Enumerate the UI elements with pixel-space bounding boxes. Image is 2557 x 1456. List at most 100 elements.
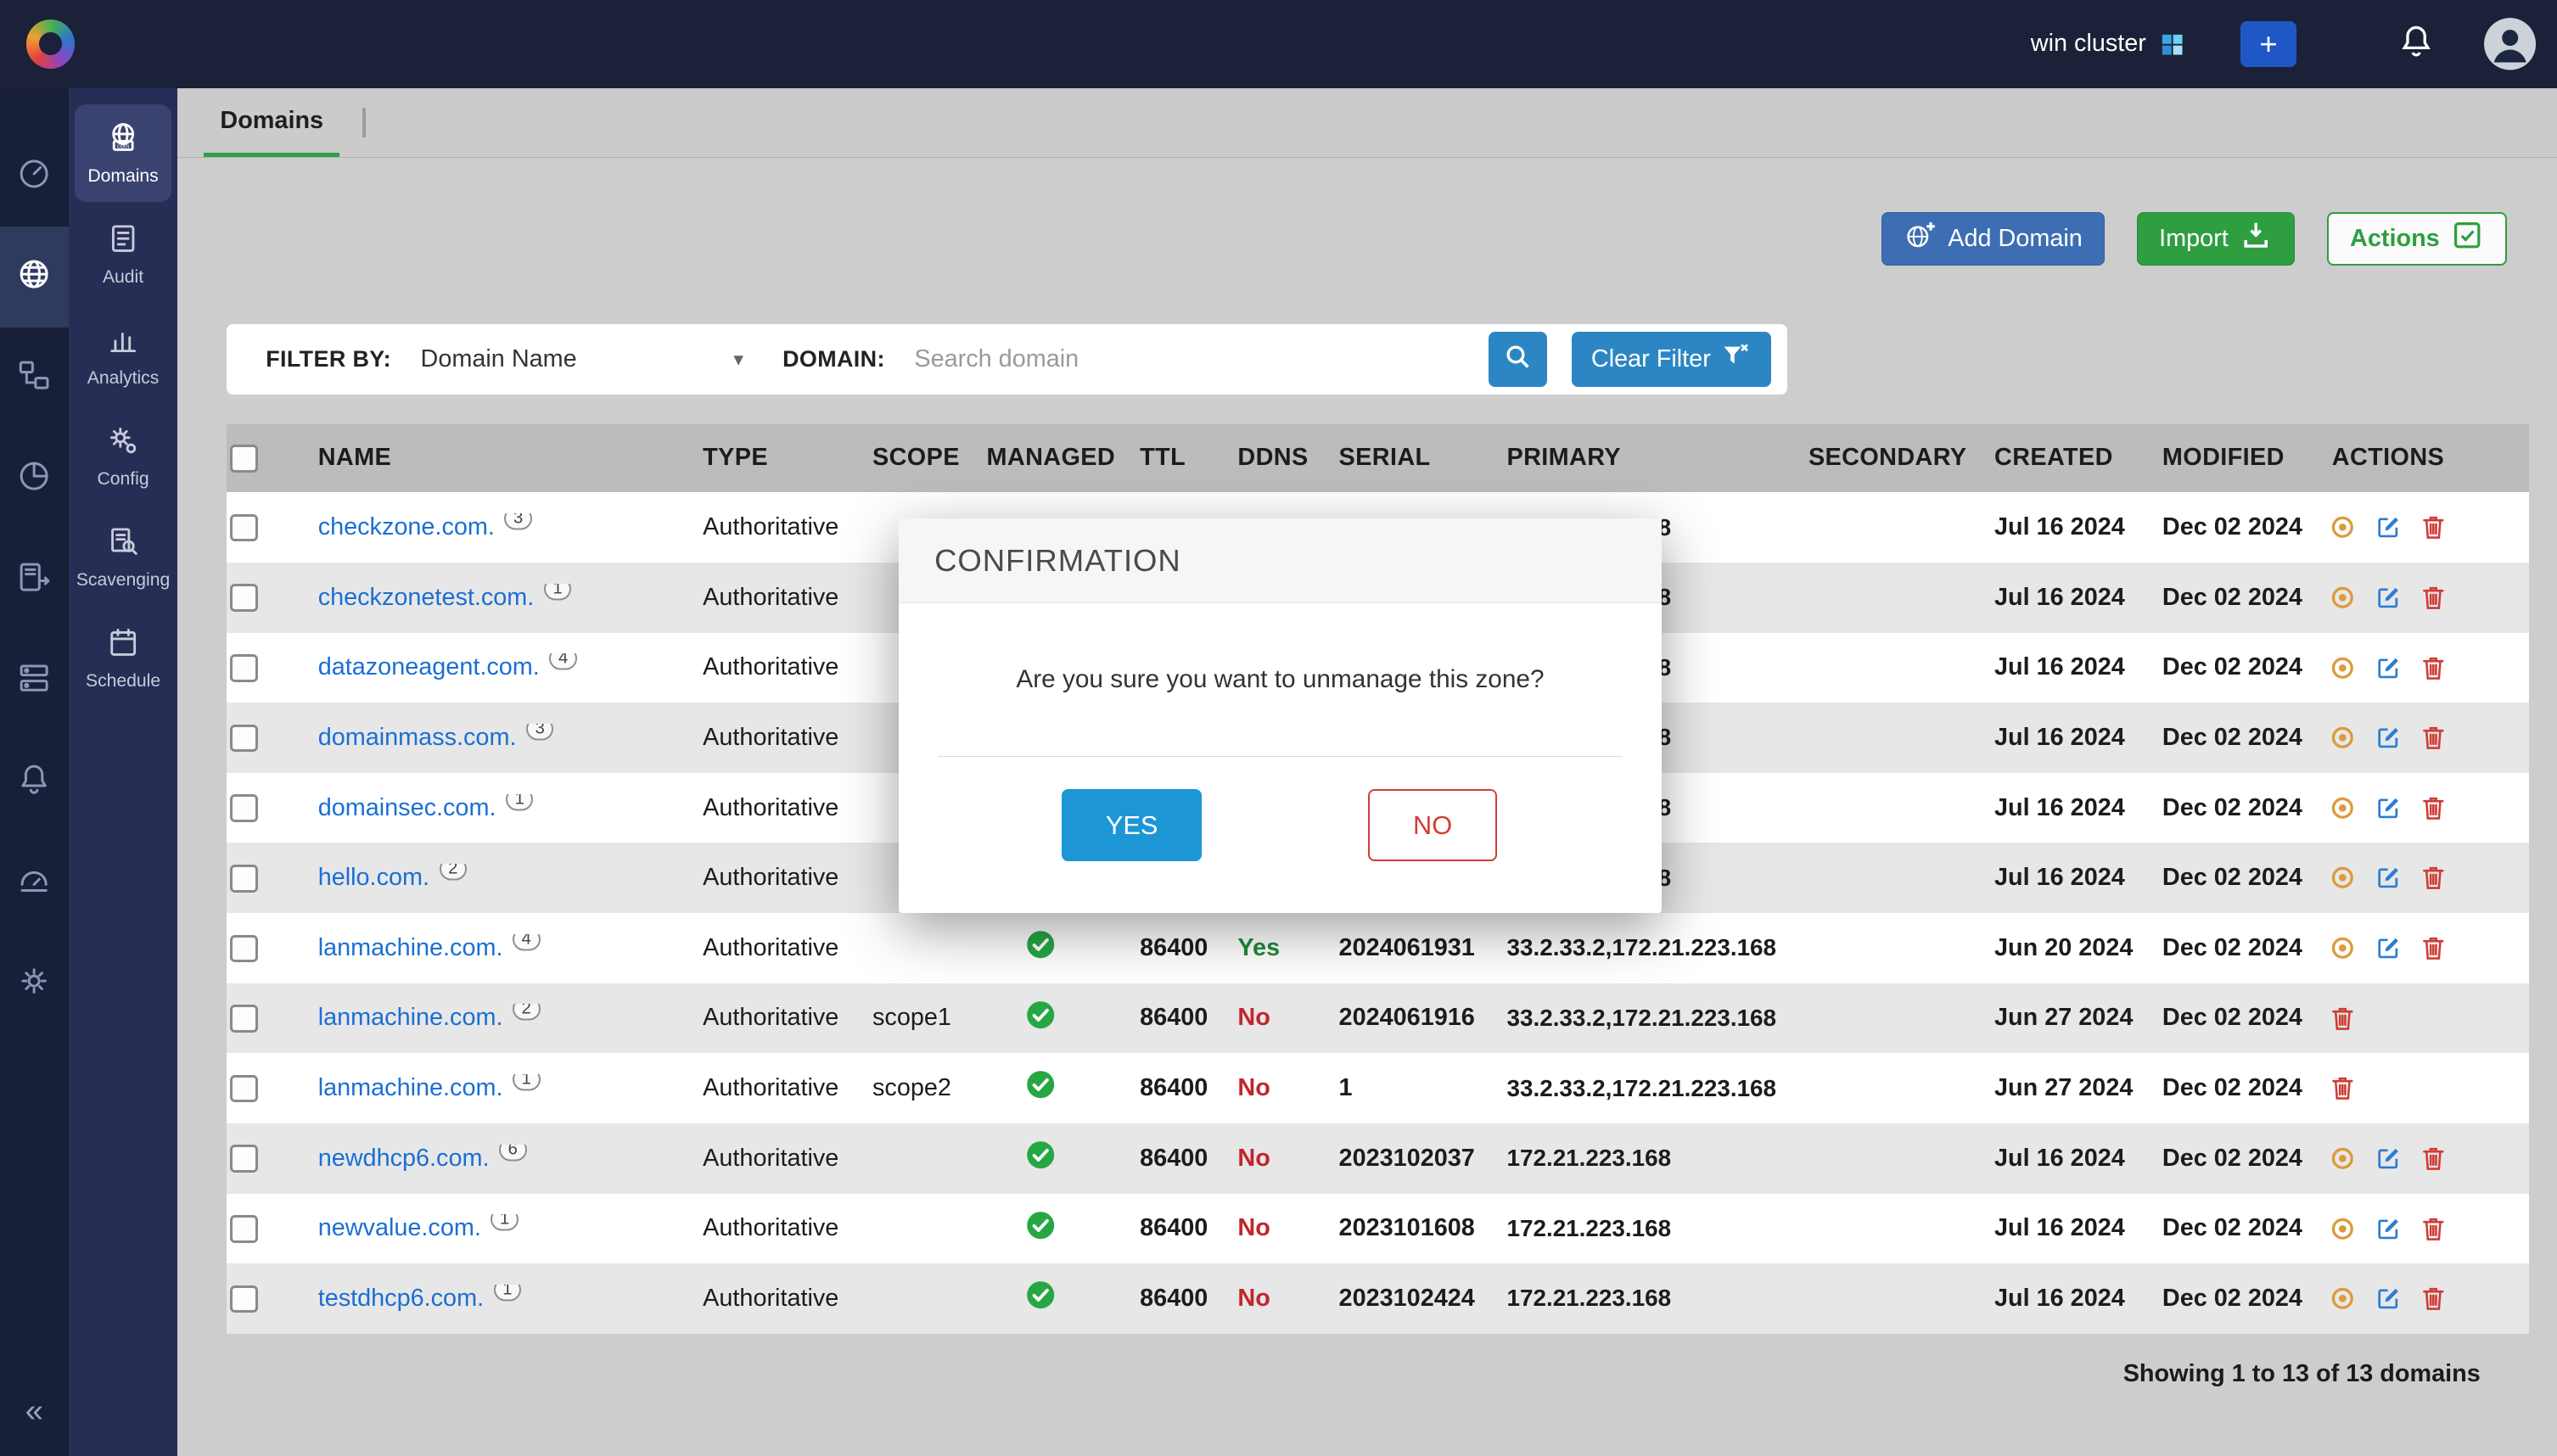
edit-action-icon[interactable] bbox=[2375, 1145, 2403, 1173]
dashboard-icon bbox=[16, 154, 52, 197]
unmanage-action-icon[interactable] bbox=[2329, 654, 2357, 682]
row-checkbox[interactable] bbox=[230, 654, 258, 682]
clear-filter-button[interactable]: Clear Filter bbox=[1572, 332, 1771, 387]
modified-cell: Dec 02 2024 bbox=[2139, 513, 2309, 541]
delete-action-icon[interactable] bbox=[2329, 1074, 2357, 1102]
domain-link[interactable]: newdhcp6.com. bbox=[318, 1145, 490, 1172]
sidebar-item-analytics[interactable]: Analytics bbox=[75, 306, 171, 404]
delete-action-icon[interactable] bbox=[2420, 724, 2448, 752]
delete-action-icon[interactable] bbox=[2329, 1005, 2357, 1033]
unmanage-action-icon[interactable] bbox=[2329, 1145, 2357, 1173]
row-checkbox[interactable] bbox=[230, 865, 258, 893]
domain-link[interactable]: checkzonetest.com. bbox=[318, 584, 535, 611]
edit-action-icon[interactable] bbox=[2375, 654, 2403, 682]
record-count-badge: 6 bbox=[499, 1145, 527, 1162]
domain-link[interactable]: domainmass.com. bbox=[318, 724, 517, 751]
rail-item-alerts[interactable] bbox=[0, 732, 69, 833]
row-checkbox[interactable] bbox=[230, 794, 258, 822]
ttl-cell: 86400 bbox=[1117, 1004, 1214, 1032]
confirm-yes-button[interactable]: YES bbox=[1062, 789, 1202, 861]
row-checkbox[interactable] bbox=[230, 584, 258, 612]
delete-action-icon[interactable] bbox=[2420, 864, 2448, 892]
row-checkbox[interactable] bbox=[230, 1145, 258, 1173]
delete-action-icon[interactable] bbox=[2420, 1215, 2448, 1243]
rail-item-administration[interactable] bbox=[0, 934, 69, 1035]
delete-action-icon[interactable] bbox=[2420, 934, 2448, 962]
domain-link[interactable]: lanmachine.com. bbox=[318, 1074, 503, 1101]
unmanage-action-icon[interactable] bbox=[2329, 724, 2357, 752]
user-avatar[interactable] bbox=[2484, 18, 2536, 70]
domain-link[interactable]: checkzone.com. bbox=[318, 513, 495, 540]
name-cell: datazoneagent.com.4 bbox=[295, 653, 680, 681]
edit-action-icon[interactable] bbox=[2375, 513, 2403, 541]
edit-action-icon[interactable] bbox=[2375, 934, 2403, 962]
edit-action-icon[interactable] bbox=[2375, 1285, 2403, 1313]
sidebar-item-audit[interactable]: Audit bbox=[75, 205, 171, 303]
serial-cell: 2023102424 bbox=[1316, 1285, 1484, 1313]
sidebar-item-domains[interactable]: comDomains bbox=[75, 104, 171, 202]
rail-item-ipam[interactable] bbox=[0, 328, 69, 428]
record-count-badge: 1 bbox=[491, 1214, 519, 1231]
domain-link[interactable]: testdhcp6.com. bbox=[318, 1285, 484, 1312]
sidebar-item-schedule[interactable]: Schedule bbox=[75, 610, 171, 708]
table-row: newvalue.com.1Authoritative86400No202310… bbox=[227, 1194, 2529, 1264]
tab-domains[interactable]: Domains bbox=[204, 88, 339, 158]
actions-cell bbox=[2309, 1145, 2530, 1173]
domain-link[interactable]: lanmachine.com. bbox=[318, 934, 503, 961]
edit-action-icon[interactable] bbox=[2375, 864, 2403, 892]
notifications-bell-icon[interactable] bbox=[2397, 22, 2435, 65]
rail-item-dns-server[interactable] bbox=[0, 631, 69, 732]
row-checkbox[interactable] bbox=[230, 1075, 258, 1103]
sidebar-item-scavenging[interactable]: Scavenging bbox=[75, 508, 171, 606]
quick-add-button[interactable]: + bbox=[2240, 21, 2296, 67]
row-checkbox[interactable] bbox=[230, 514, 258, 542]
unmanage-action-icon[interactable] bbox=[2329, 934, 2357, 962]
import-button[interactable]: Import bbox=[2137, 212, 2294, 266]
unmanage-action-icon[interactable] bbox=[2329, 864, 2357, 892]
domain-link[interactable]: hello.com. bbox=[318, 864, 429, 891]
domain-link[interactable]: newvalue.com. bbox=[318, 1214, 481, 1241]
domain-link[interactable]: lanmachine.com. bbox=[318, 1004, 503, 1031]
domain-link[interactable]: domainsec.com. bbox=[318, 794, 496, 821]
unmanage-action-icon[interactable] bbox=[2329, 794, 2357, 822]
delete-action-icon[interactable] bbox=[2420, 794, 2448, 822]
row-checkbox[interactable] bbox=[230, 1285, 258, 1313]
cluster-selector[interactable]: win cluster bbox=[2031, 30, 2185, 58]
select-all-checkbox[interactable] bbox=[230, 445, 258, 473]
delete-action-icon[interactable] bbox=[2420, 513, 2448, 541]
rail-item-monitoring[interactable] bbox=[0, 833, 69, 934]
sidebar-item-config[interactable]: Config bbox=[75, 407, 171, 505]
domain-link[interactable]: datazoneagent.com. bbox=[318, 653, 540, 680]
actions-button[interactable]: Actions bbox=[2327, 212, 2506, 266]
domain-search-input[interactable] bbox=[914, 345, 1488, 373]
delete-action-icon[interactable] bbox=[2420, 1145, 2448, 1173]
rail-item-dashboard[interactable] bbox=[0, 126, 69, 227]
row-checkbox[interactable] bbox=[230, 1215, 258, 1243]
search-button[interactable] bbox=[1489, 332, 1547, 387]
add-domain-button[interactable]: Add Domain bbox=[1881, 212, 2104, 266]
filter-by-select[interactable]: Domain Name ▾ bbox=[421, 345, 743, 373]
row-checkbox[interactable] bbox=[230, 725, 258, 753]
edit-action-icon[interactable] bbox=[2375, 724, 2403, 752]
ddns-cell: No bbox=[1215, 1145, 1316, 1173]
unmanage-action-icon[interactable] bbox=[2329, 1215, 2357, 1243]
rail-item-dns[interactable] bbox=[0, 227, 69, 328]
app-logo-icon bbox=[26, 20, 76, 69]
rail-item-dhcp-server[interactable] bbox=[0, 529, 69, 630]
row-checkbox[interactable] bbox=[230, 1005, 258, 1033]
rail-item-reports-pie[interactable] bbox=[0, 428, 69, 529]
delete-action-icon[interactable] bbox=[2420, 654, 2448, 682]
collapse-sidebar-button[interactable]: « bbox=[0, 1392, 69, 1430]
unmanage-action-icon[interactable] bbox=[2329, 513, 2357, 541]
edit-action-icon[interactable] bbox=[2375, 1215, 2403, 1243]
delete-action-icon[interactable] bbox=[2420, 1285, 2448, 1313]
row-checkbox[interactable] bbox=[230, 935, 258, 963]
unmanage-action-icon[interactable] bbox=[2329, 1285, 2357, 1313]
edit-action-icon[interactable] bbox=[2375, 794, 2403, 822]
delete-action-icon[interactable] bbox=[2420, 584, 2448, 612]
modified-cell: Dec 02 2024 bbox=[2139, 1285, 2309, 1313]
unmanage-action-icon[interactable] bbox=[2329, 584, 2357, 612]
edit-action-icon[interactable] bbox=[2375, 584, 2403, 612]
confirm-no-button[interactable]: NO bbox=[1368, 789, 1497, 861]
modified-cell: Dec 02 2024 bbox=[2139, 1074, 2309, 1102]
